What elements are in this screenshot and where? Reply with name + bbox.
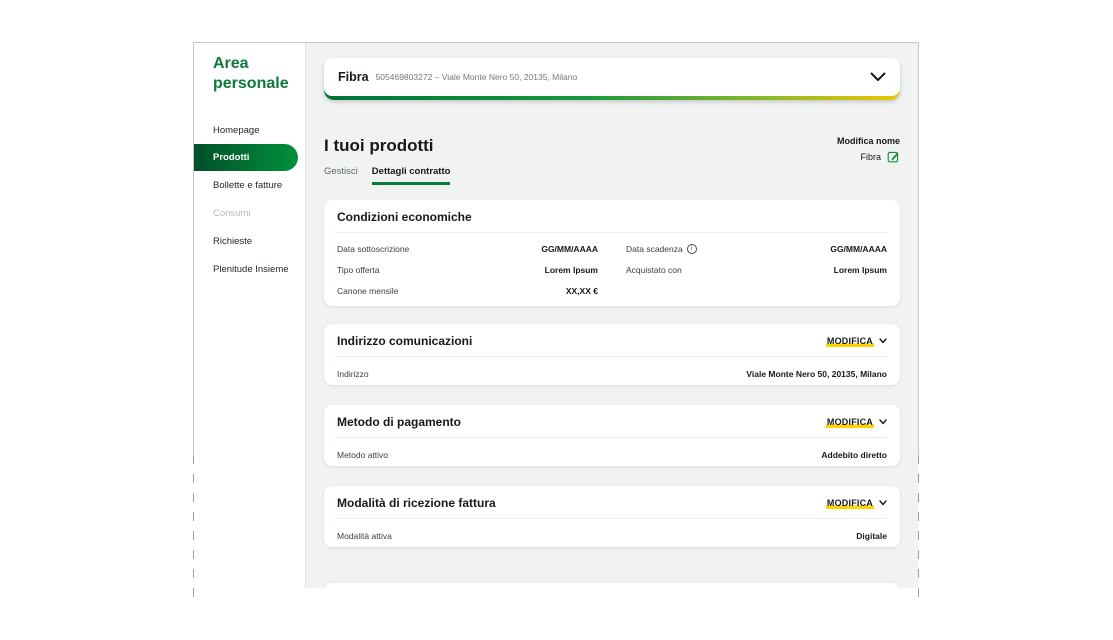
field-label: Data sottoscrizione <box>337 244 409 254</box>
card-title: Condizioni economiche <box>337 210 472 224</box>
field-row: Canone mensile XX,XX € <box>337 286 887 296</box>
modifica-button[interactable]: MODIFICA <box>826 417 887 428</box>
sidebar-title: Area personale <box>194 54 305 94</box>
field-value: Lorem Ipsum <box>545 265 598 275</box>
field-label: Data scadenza <box>626 244 683 254</box>
field-value: Viale Monte Nero 50, 20135, Milano <box>746 369 887 379</box>
field-row: Modalità attiva Digitale <box>337 531 887 541</box>
field-row: Metodo attivo Addebito diretto <box>337 450 887 460</box>
field-value: GG/MM/AAAA <box>830 244 887 254</box>
product-details: 505469803272 – Viale Monte Nero 50, 2013… <box>376 72 578 82</box>
rename-value: Fibra <box>860 152 881 162</box>
sidebar-item-label: Consumi <box>213 208 251 219</box>
sidebar-item-label: Richieste <box>213 236 252 247</box>
window-border-right-dashed <box>918 455 919 601</box>
field-value: Addebito diretto <box>821 450 887 460</box>
field-label: Tipo offerta <box>337 265 380 275</box>
card-condizioni-economiche: Condizioni economiche Data sottoscrizion… <box>324 200 900 306</box>
edit-icon[interactable] <box>887 150 900 163</box>
card-partial-next <box>324 583 900 588</box>
sidebar: Area personale Homepage Prodotti Bollett… <box>194 43 306 588</box>
sidebar-item-label: Prodotti <box>213 152 249 163</box>
field-label: Acquistato con <box>626 265 682 275</box>
chevron-down-icon <box>879 419 887 425</box>
page-title: I tuoi prodotti <box>324 136 434 156</box>
field-value: Digitale <box>856 531 887 541</box>
rename-label: Modifica nome <box>837 136 900 146</box>
sidebar-item-plenitude-insieme[interactable]: Plenitude Insieme <box>194 255 305 283</box>
chevron-down-icon <box>879 338 887 344</box>
field-row: Data sottoscrizione GG/MM/AAAA Data scad… <box>337 244 887 254</box>
sidebar-item-consumi[interactable]: Consumi <box>194 199 305 227</box>
field-row: Tipo offerta Lorem Ipsum Acquistato con … <box>337 265 887 275</box>
card-title: Indirizzo comunicazioni <box>337 334 472 348</box>
info-icon[interactable]: i <box>687 244 697 254</box>
chevron-down-icon <box>879 500 887 506</box>
card-title: Metodo di pagamento <box>337 415 461 429</box>
modifica-button[interactable]: MODIFICA <box>826 498 887 509</box>
card-modalita-ricezione-fattura: Modalità di ricezione fattura MODIFICA M… <box>324 486 900 547</box>
field-value: Lorem Ipsum <box>834 265 887 275</box>
modifica-label: MODIFICA <box>826 498 874 509</box>
sidebar-item-prodotti[interactable]: Prodotti <box>194 144 298 171</box>
modifica-label: MODIFICA <box>826 336 874 347</box>
rename-product-block: Modifica nome Fibra <box>837 136 900 163</box>
card-metodo-di-pagamento: Metodo di pagamento MODIFICA Metodo atti… <box>324 405 900 466</box>
product-selector-dropdown[interactable]: Fibra 505469803272 – Viale Monte Nero 50… <box>324 58 900 100</box>
sidebar-item-label: Plenitude Insieme <box>213 264 289 275</box>
sidebar-item-richieste[interactable]: Richieste <box>194 227 305 255</box>
field-value: XX,XX € <box>566 286 598 296</box>
product-name: Fibra <box>338 70 369 84</box>
rename-product-button[interactable]: Fibra <box>837 150 900 163</box>
field-label: Canone mensile <box>337 286 398 296</box>
field-value: GG/MM/AAAA <box>541 244 598 254</box>
modifica-button[interactable]: MODIFICA <box>826 336 887 347</box>
app-window: Area personale Homepage Prodotti Bollett… <box>193 42 919 588</box>
modifica-label: MODIFICA <box>826 417 874 428</box>
main-content: Fibra 505469803272 – Viale Monte Nero 50… <box>306 43 918 588</box>
field-label: Modalità attiva <box>337 531 392 541</box>
sidebar-nav: Homepage Prodotti Bollette e fatture Con… <box>194 116 305 283</box>
field-label: Indirizzo <box>337 369 369 379</box>
sidebar-item-label: Bollette e fatture <box>213 180 282 191</box>
card-title: Modalità di ricezione fattura <box>337 496 496 510</box>
tab-dettagli-contratto[interactable]: Dettagli contratto <box>372 166 451 185</box>
field-label: Metodo attivo <box>337 450 388 460</box>
tab-gestisci[interactable]: Gestisci <box>324 166 358 185</box>
sidebar-item-label: Homepage <box>213 125 259 136</box>
chevron-down-icon <box>870 72 886 82</box>
tab-bar: Gestisci Dettagli contratto <box>324 166 900 185</box>
card-indirizzo-comunicazioni: Indirizzo comunicazioni MODIFICA Indiriz… <box>324 324 900 385</box>
sidebar-item-homepage[interactable]: Homepage <box>194 116 305 144</box>
field-row: Indirizzo Viale Monte Nero 50, 20135, Mi… <box>337 369 887 379</box>
sidebar-item-bollette-e-fatture[interactable]: Bollette e fatture <box>194 171 305 199</box>
window-border-right <box>918 42 919 455</box>
